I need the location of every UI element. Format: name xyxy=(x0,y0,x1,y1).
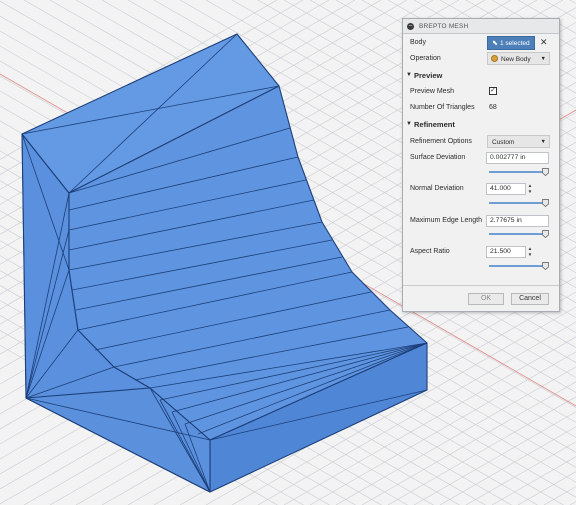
chevron-down-icon: ▼ xyxy=(540,138,546,145)
preview-section-header[interactable]: ▼ Preview xyxy=(403,70,559,82)
dialog-title: BREPTO MESH xyxy=(419,22,469,30)
slider-thumb-icon[interactable] xyxy=(542,168,549,176)
triangle-down-icon: ▼ xyxy=(406,121,412,127)
normal-deviation-label: Normal Deviation xyxy=(410,185,464,192)
preview-mesh-label: Preview Mesh xyxy=(410,88,454,95)
surface-deviation-input[interactable]: 0.002777 in xyxy=(486,152,549,164)
operation-dropdown[interactable]: New Body ▼ xyxy=(487,52,550,65)
slider-thumb-icon[interactable] xyxy=(542,262,549,270)
cancel-button[interactable]: Cancel xyxy=(511,293,549,305)
triangles-row: Number Of Triangles 68 xyxy=(403,100,559,116)
body-row: Body ⬉ 1 selected ✕ xyxy=(403,35,559,51)
normal-deviation-slider[interactable] xyxy=(489,199,551,207)
slider-track xyxy=(489,233,545,235)
refinement-options-dropdown[interactable]: Custom ▼ xyxy=(487,135,550,148)
refinement-section-header[interactable]: ▼ Refinement xyxy=(403,119,559,131)
surface-deviation-row: Surface Deviation 0.002777 in xyxy=(403,150,559,166)
body-selection-text: 1 selected xyxy=(500,40,530,47)
aspect-ratio-input[interactable]: 21.500 xyxy=(486,246,526,258)
preview-mesh-checkbox[interactable]: ✓ xyxy=(489,87,497,95)
aspect-ratio-slider[interactable] xyxy=(489,262,551,270)
aspect-ratio-label: Aspect Ratio xyxy=(410,248,450,255)
refinement-options-row: Refinement Options Custom ▼ xyxy=(403,134,559,150)
max-edge-length-row: Maximum Edge Length 2.77675 in xyxy=(403,213,559,229)
spinner-arrows-icon[interactable]: ▲ ▼ xyxy=(527,246,533,258)
max-edge-length-slider[interactable] xyxy=(489,230,551,238)
max-edge-length-input[interactable]: 2.77675 in xyxy=(486,215,549,227)
max-edge-length-label: Maximum Edge Length xyxy=(410,217,482,224)
preview-mesh-row: Preview Mesh ✓ xyxy=(403,84,559,100)
body-icon xyxy=(491,55,498,62)
operation-row: Operation New Body ▼ xyxy=(403,51,559,67)
normal-deviation-row: Normal Deviation 41.000 ▲ ▼ xyxy=(403,181,559,197)
close-icon[interactable]: ✕ xyxy=(540,37,548,47)
body-label: Body xyxy=(410,39,426,46)
ok-button[interactable]: OK xyxy=(468,293,504,305)
spinner-arrows-icon[interactable]: ▲ ▼ xyxy=(527,183,533,195)
cursor-arrow-icon: ⬉ xyxy=(492,40,498,47)
brepto-mesh-dialog: – BREPTO MESH Body ⬉ 1 selected ✕ Operat… xyxy=(402,18,560,312)
triangle-down-icon: ▼ xyxy=(406,72,412,78)
slider-thumb-icon[interactable] xyxy=(542,230,549,238)
triangles-label: Number Of Triangles xyxy=(410,104,475,111)
operation-value: New Body xyxy=(501,55,531,63)
slider-thumb-icon[interactable] xyxy=(542,199,549,207)
refinement-options-value: Custom xyxy=(492,138,515,146)
body-select-button[interactable]: ⬉ 1 selected xyxy=(487,36,535,50)
dialog-circle-icon[interactable]: – xyxy=(407,22,414,30)
dialog-titlebar[interactable]: – BREPTO MESH xyxy=(403,19,559,34)
triangles-value: 68 xyxy=(489,104,497,111)
refinement-section-title: Refinement xyxy=(414,120,455,129)
operation-label: Operation xyxy=(410,55,441,62)
slider-track xyxy=(489,202,545,204)
slider-track xyxy=(489,265,545,267)
surface-deviation-label: Surface Deviation xyxy=(410,154,466,161)
chevron-down-icon: ▼ xyxy=(540,55,546,62)
dialog-divider xyxy=(403,285,559,286)
refinement-options-label: Refinement Options xyxy=(410,138,472,145)
normal-deviation-input[interactable]: 41.000 xyxy=(486,183,526,195)
preview-section-title: Preview xyxy=(414,71,443,80)
surface-deviation-slider[interactable] xyxy=(489,168,551,176)
slider-track xyxy=(489,171,545,173)
aspect-ratio-row: Aspect Ratio 21.500 ▲ ▼ xyxy=(403,244,559,260)
